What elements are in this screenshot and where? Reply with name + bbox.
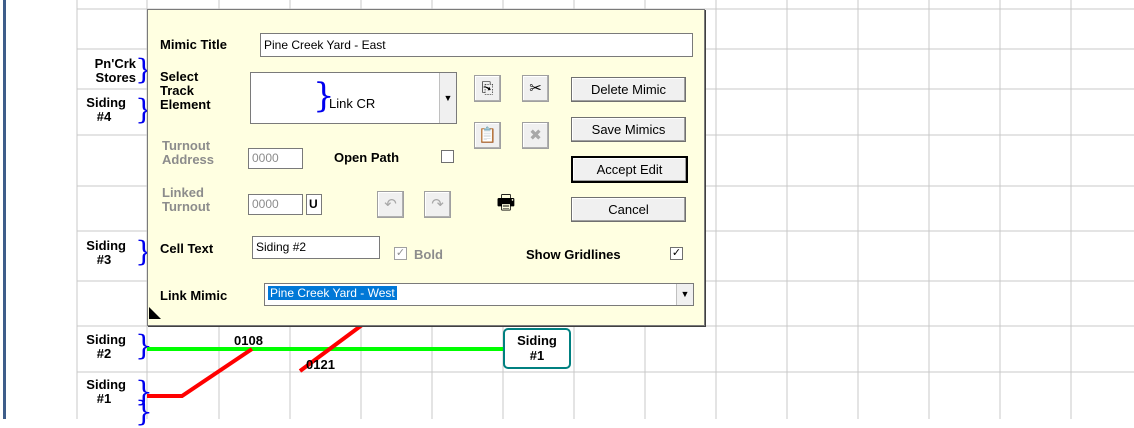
chevron-down-icon[interactable]: ▼: [676, 284, 693, 305]
linked-turnout-input[interactable]: 0000: [248, 194, 303, 215]
label-line: Select: [160, 69, 199, 84]
bold-label: Bold: [414, 247, 443, 262]
cell-text-input[interactable]: Siding #2: [252, 236, 380, 259]
label-line: Siding: [517, 333, 557, 348]
paste-icon[interactable]: 📋: [474, 122, 501, 149]
chevron-down-icon[interactable]: ▼: [439, 73, 456, 123]
mimic-title-label: Mimic Title: [160, 37, 227, 52]
siding-1-terminal-box[interactable]: Siding #1: [503, 328, 571, 369]
bold-checkbox[interactable]: ✓: [394, 247, 407, 260]
turnout-address-0121: 0121: [306, 357, 335, 372]
turnout-address-input[interactable]: 0000: [248, 148, 303, 169]
linked-turnout-label: Linked Turnout: [162, 186, 210, 214]
open-path-checkbox[interactable]: [441, 150, 454, 163]
cancel-button[interactable]: Cancel: [571, 197, 686, 222]
delete-mimic-button[interactable]: Delete Mimic: [571, 77, 686, 102]
link-mimic-select[interactable]: Pine Creek Yard - West ▼: [264, 283, 694, 306]
label-line: Address: [162, 152, 215, 167]
label-line: Turnout: [162, 138, 211, 153]
turnout-address-0108: 0108: [234, 333, 263, 348]
mimic-edit-dialog: Mimic Title Pine Creek Yard - East Selec…: [147, 9, 705, 326]
cell-text-label: Cell Text: [160, 241, 214, 256]
track-siding-1[interactable]: [147, 347, 254, 398]
print-icon[interactable]: 🖶: [493, 190, 519, 216]
save-mimics-button[interactable]: Save Mimics: [571, 117, 686, 142]
mimic-title-input[interactable]: Pine Creek Yard - East: [260, 33, 693, 57]
linked-turnout-u-field[interactable]: U: [306, 194, 322, 215]
undo-icon[interactable]: ↶: [377, 191, 404, 218]
link-mimic-label: Link Mimic: [160, 288, 228, 303]
link-mimic-value: Pine Creek Yard - West: [268, 286, 397, 300]
show-gridlines-label: Show Gridlines: [526, 247, 621, 262]
cut-icon[interactable]: ✂: [522, 75, 549, 102]
delete-element-icon[interactable]: ✖: [522, 122, 549, 149]
label-line: #1: [529, 348, 545, 363]
open-path-label: Open Path: [334, 150, 400, 165]
label-line: Turnout: [162, 199, 211, 214]
select-track-element-label: Select Track Element: [160, 70, 211, 112]
track-element-value: Link CR: [329, 96, 376, 111]
track-element-select[interactable]: } Link CR ▼: [250, 72, 457, 124]
resize-grip-icon[interactable]: [149, 307, 161, 319]
label-line: Track: [160, 83, 194, 98]
copy-icon[interactable]: ⎘: [474, 75, 501, 102]
accept-edit-button[interactable]: Accept Edit: [571, 156, 688, 183]
label-line: Element: [160, 97, 211, 112]
label-line: Linked: [162, 185, 204, 200]
turnout-address-label: Turnout Address: [162, 139, 214, 167]
redo-icon[interactable]: ↷: [424, 191, 451, 218]
show-gridlines-checkbox[interactable]: ✓: [670, 247, 683, 260]
